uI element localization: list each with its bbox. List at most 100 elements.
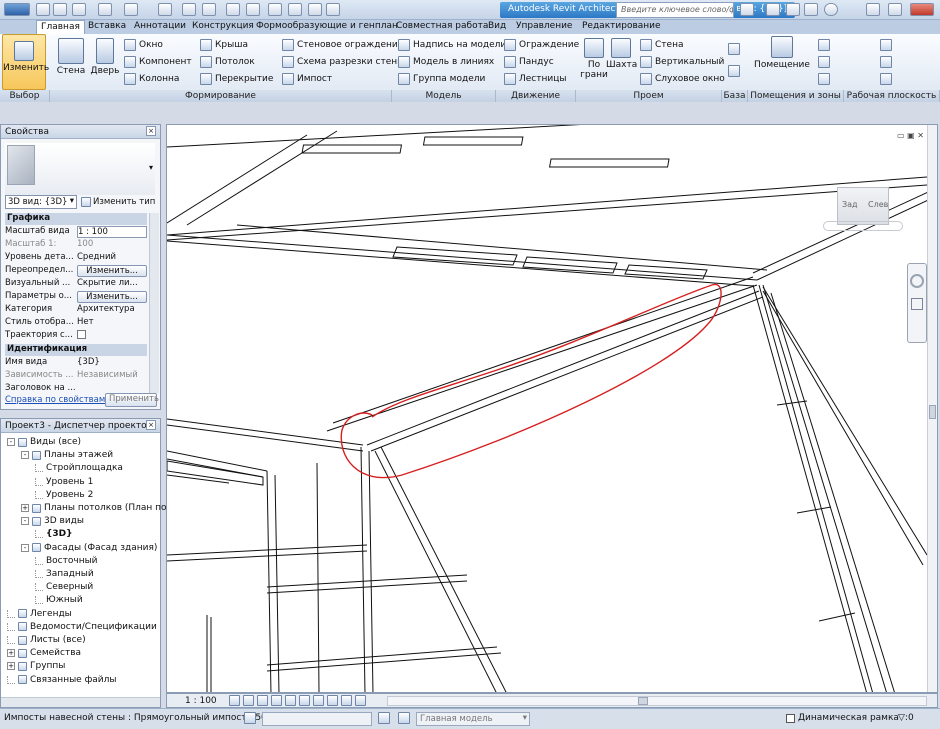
- wall-button[interactable]: Стена: [54, 38, 88, 76]
- group-identity[interactable]: Идентификация: [5, 344, 147, 356]
- model-line-button[interactable]: Модель в линиях: [398, 55, 494, 69]
- collapse-icon[interactable]: -: [7, 438, 15, 446]
- area-button[interactable]: [818, 72, 830, 86]
- temporary-hide-icon[interactable]: [327, 695, 338, 706]
- browser-node[interactable]: + Группы: [7, 661, 65, 671]
- browser-node[interactable]: - 3D виды: [21, 516, 84, 526]
- browser-node[interactable]: Уровень 1: [35, 477, 93, 487]
- view-cube[interactable]: Зад Слев: [837, 187, 889, 225]
- display-options-edit-button[interactable]: Изменить...: [77, 291, 147, 303]
- search-input[interactable]: Введите ключевое слово/фразу: [616, 2, 734, 18]
- collapse-icon[interactable]: -: [21, 451, 29, 460]
- window-controls[interactable]: ▭ ▣ ✕: [897, 131, 924, 140]
- active-design-option-dropdown[interactable]: Главная модель ▾: [416, 712, 530, 726]
- view-cube-back-face[interactable]: Зад: [842, 200, 858, 209]
- expand-icon[interactable]: +: [7, 662, 15, 671]
- browser-node[interactable]: + Семейства: [7, 648, 81, 658]
- browser-node[interactable]: + Планы потолков (План потолк: [21, 503, 189, 513]
- tab-modify[interactable]: Редактирование: [578, 20, 665, 34]
- sync-icon[interactable]: [72, 3, 86, 16]
- thin-lines-icon[interactable]: [288, 3, 302, 16]
- close-icon[interactable]: ×: [146, 126, 156, 136]
- type-selector[interactable]: 3D вид: {3D} ▾: [5, 195, 77, 209]
- viewport-vertical-scrollbar[interactable]: [927, 125, 937, 692]
- browser-node[interactable]: Южный: [35, 595, 83, 605]
- sun-path-checkbox[interactable]: [77, 330, 147, 342]
- by-face-button[interactable]: По грани: [580, 38, 608, 80]
- shadows-icon[interactable]: [271, 695, 282, 706]
- ramp-button[interactable]: Пандус: [504, 55, 554, 69]
- ribbon-toggle-icon[interactable]: [668, 20, 690, 34]
- chevron-down-icon[interactable]: ▾: [149, 163, 153, 172]
- section-icon[interactable]: [268, 3, 282, 16]
- editing-requests-icon[interactable]: [378, 712, 390, 724]
- ref-plane-button[interactable]: [880, 72, 892, 86]
- binoculars-icon[interactable]: [740, 3, 754, 16]
- column-button[interactable]: Колонна: [124, 72, 179, 86]
- overrides-edit-button[interactable]: Изменить...: [77, 265, 147, 277]
- tab-insert[interactable]: Вставка: [84, 20, 130, 34]
- railing-button[interactable]: Ограждение: [504, 38, 579, 52]
- shaft-button[interactable]: Шахта: [606, 38, 637, 70]
- tab-home[interactable]: Главная: [36, 20, 85, 34]
- scroll-thumb[interactable]: [638, 697, 648, 705]
- redo-icon[interactable]: [124, 3, 138, 16]
- vertical-opening-button[interactable]: Вертикальный: [640, 55, 724, 69]
- visual-style-field[interactable]: Скрытие ли...: [77, 278, 147, 288]
- window-button[interactable]: Окно: [124, 38, 163, 52]
- switch-windows-icon[interactable]: [326, 3, 340, 16]
- steering-wheel-icon[interactable]: [910, 274, 924, 288]
- reveal-hidden-icon[interactable]: [341, 695, 352, 706]
- expand-icon[interactable]: +: [7, 649, 15, 658]
- mullion-button[interactable]: Импост: [282, 72, 332, 86]
- close-hidden-windows-icon[interactable]: [308, 3, 322, 16]
- group-graphics[interactable]: Графика: [5, 213, 147, 225]
- discipline-field[interactable]: Архитектура: [77, 304, 147, 314]
- analysis-display-icon[interactable]: [355, 695, 366, 706]
- properties-help-link[interactable]: Справка по свойствам: [5, 395, 105, 405]
- stairs-button[interactable]: Лестницы: [504, 72, 566, 86]
- curtain-system-button[interactable]: Стеновое ограждение: [282, 38, 403, 52]
- design-options-icon[interactable]: [398, 712, 410, 724]
- tab-view[interactable]: Вид: [484, 20, 510, 34]
- favorites-icon[interactable]: [804, 3, 818, 16]
- tab-collaborate[interactable]: Совместная работа: [392, 20, 492, 34]
- browser-node[interactable]: {3D}: [35, 529, 73, 539]
- grid-button[interactable]: [728, 64, 740, 78]
- apply-button[interactable]: Применить: [105, 393, 159, 407]
- visual-style-icon[interactable]: [243, 695, 254, 706]
- help-icon[interactable]: [824, 3, 838, 16]
- modify-button[interactable]: Изменить: [2, 34, 49, 90]
- component-button[interactable]: Компонент: [124, 55, 192, 69]
- browser-node[interactable]: Листы (все): [7, 635, 86, 645]
- properties-scrollbar[interactable]: [149, 213, 159, 393]
- scroll-thumb[interactable]: [929, 405, 936, 419]
- browser-node[interactable]: - Фасады (Фасад здания): [21, 543, 157, 553]
- curtain-grid-button[interactable]: Схема разрезки стены: [282, 55, 404, 69]
- dynamic-frame-toggle[interactable]: Динамическая рамка: [786, 713, 899, 723]
- tag-icon[interactable]: [202, 3, 216, 16]
- show-crop-icon[interactable]: [299, 695, 310, 706]
- room-tag-button[interactable]: [818, 55, 830, 69]
- maximize-icon[interactable]: [888, 3, 902, 16]
- browser-node[interactable]: Стройплощадка: [35, 463, 123, 473]
- level-button[interactable]: [728, 42, 740, 56]
- edit-type-button[interactable]: Изменить тип: [81, 195, 157, 209]
- browser-node[interactable]: Ведомости/Спецификации: [7, 622, 157, 632]
- open-icon[interactable]: [36, 3, 50, 16]
- view-cube-compass[interactable]: [823, 221, 903, 231]
- 3d-view-icon[interactable]: [246, 3, 260, 16]
- tab-massing-site[interactable]: Формообразующие и генплан: [252, 20, 402, 34]
- wall-opening-button[interactable]: Стена: [640, 38, 683, 52]
- room-button[interactable]: Помещение: [754, 36, 810, 70]
- model-group-button[interactable]: Группа модели: [398, 72, 485, 86]
- model-text-button[interactable]: Надпись на модели: [398, 38, 506, 52]
- detail-level-icon[interactable]: [229, 695, 240, 706]
- expand-icon[interactable]: +: [21, 504, 29, 512]
- save-icon[interactable]: [53, 3, 67, 16]
- tab-structure[interactable]: Конструкция: [188, 20, 258, 34]
- browser-node[interactable]: Северный: [35, 582, 93, 592]
- browser-node[interactable]: Связанные файлы: [7, 675, 117, 685]
- measure-icon[interactable]: [158, 3, 172, 16]
- show-workplane-button[interactable]: [880, 55, 892, 69]
